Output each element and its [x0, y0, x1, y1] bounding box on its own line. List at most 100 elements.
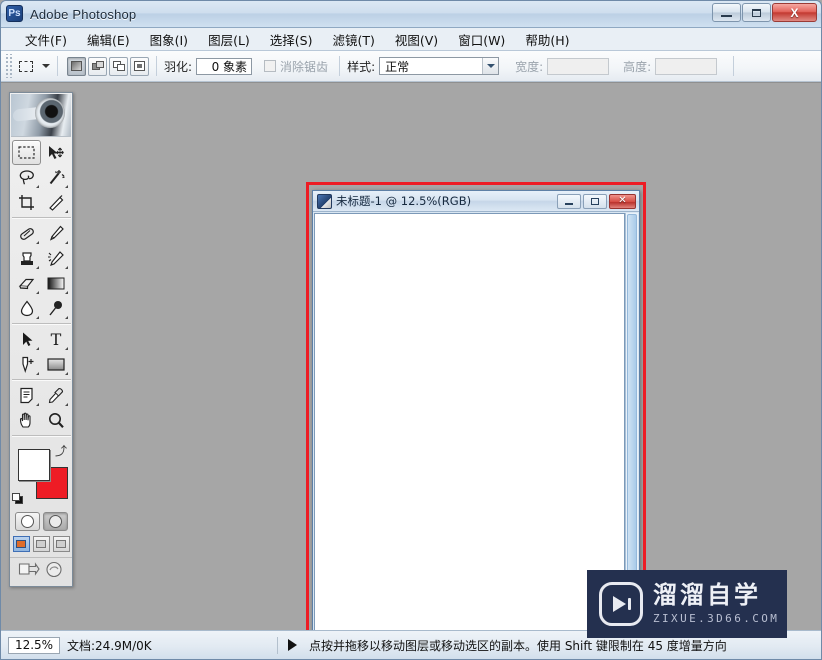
- path-selection-tool[interactable]: [12, 327, 41, 352]
- antialias-checkbox[interactable]: [264, 60, 277, 72]
- document-canvas[interactable]: [314, 213, 625, 631]
- subtract-from-selection-button[interactable]: [109, 56, 128, 76]
- zoom-level-field[interactable]: 12.5%: [8, 636, 60, 654]
- options-bar-grip[interactable]: [4, 54, 12, 78]
- document-icon: [317, 193, 332, 209]
- divider: [733, 56, 735, 76]
- toolbox-divider: [12, 379, 71, 381]
- jump-to-imageready-icon[interactable]: [18, 561, 40, 581]
- width-label: 宽度:: [515, 59, 544, 74]
- feather-label: 羽化:: [164, 59, 193, 74]
- menu-edit[interactable]: 编辑(E): [77, 28, 140, 51]
- width-input[interactable]: [547, 57, 610, 75]
- style-select[interactable]: 正常: [379, 57, 500, 75]
- gradient-tool[interactable]: [41, 271, 70, 296]
- menubar: 文件(F) 编辑(E) 图象(I) 图层(L) 选择(S) 滤镜(T) 视图(V…: [1, 28, 821, 51]
- watermark-brand-cn: 溜溜自学: [653, 581, 761, 610]
- jump-to-app-icon[interactable]: [45, 561, 64, 581]
- watermark-text: 溜溜自学 ZIXUE.3D66.COM: [653, 581, 779, 625]
- dodge-tool[interactable]: [41, 296, 70, 321]
- slice-tool[interactable]: [41, 190, 70, 215]
- height-input[interactable]: [655, 57, 718, 75]
- menu-layer[interactable]: 图层(L): [198, 28, 260, 51]
- toolbox-tool-grid: T: [10, 138, 72, 441]
- default-colors-icon[interactable]: [12, 493, 25, 506]
- pen-tool[interactable]: [12, 352, 41, 377]
- clone-stamp-tool[interactable]: [12, 246, 41, 271]
- crop-tool[interactable]: [12, 190, 41, 215]
- window-close-button[interactable]: X: [772, 3, 817, 22]
- type-tool[interactable]: T: [41, 327, 70, 352]
- document-minimize-button[interactable]: [557, 193, 581, 209]
- full-screen-with-menubar-mode-button[interactable]: [32, 536, 50, 552]
- status-hint-text: 点按并拖移以移动图层或移动选区的副本。使用 Shift 键限制在 45 度增量方…: [309, 638, 727, 653]
- menu-window[interactable]: 窗口(W): [448, 28, 515, 51]
- standard-mask-mode-button[interactable]: [14, 512, 40, 531]
- document-restore-button[interactable]: [583, 193, 607, 209]
- blur-tool[interactable]: [12, 296, 41, 321]
- healing-brush-tool[interactable]: [12, 221, 41, 246]
- rectangular-marquee-tool[interactable]: [12, 140, 41, 165]
- document-title: 未标题-1 @ 12.5%(RGB): [336, 194, 472, 208]
- menu-help[interactable]: 帮助(H): [515, 28, 579, 51]
- lasso-tool[interactable]: [12, 165, 41, 190]
- hand-tool[interactable]: [12, 408, 41, 433]
- menu-file[interactable]: 文件(F): [15, 28, 77, 51]
- add-to-selection-button[interactable]: [88, 56, 107, 76]
- watermark-overlay: 溜溜自学 ZIXUE.3D66.COM: [587, 570, 787, 638]
- brush-tool[interactable]: [41, 221, 70, 246]
- height-label: 高度:: [623, 59, 652, 74]
- move-tool[interactable]: [41, 140, 70, 165]
- notes-tool[interactable]: [12, 383, 41, 408]
- window-titlebar: Ps Adobe Photoshop X: [1, 1, 821, 28]
- window-maximize-button[interactable]: [742, 3, 771, 22]
- feather-input[interactable]: 0 象素: [196, 57, 253, 75]
- document-titlebar[interactable]: 未标题-1 @ 12.5%(RGB) ✕: [313, 191, 639, 212]
- toolbox-divider: [12, 323, 71, 325]
- window-controls: X: [712, 3, 817, 22]
- svg-text:T: T: [50, 331, 61, 348]
- play-button-logo-icon: [599, 582, 643, 626]
- play-arrow-icon[interactable]: [288, 639, 297, 651]
- divider: [339, 56, 341, 76]
- style-label: 样式:: [347, 59, 376, 74]
- full-screen-mode-button[interactable]: [52, 536, 70, 552]
- menu-image[interactable]: 图象(I): [140, 28, 198, 51]
- standard-screen-mode-button[interactable]: [12, 536, 30, 552]
- menu-select[interactable]: 选择(S): [260, 28, 323, 51]
- eraser-tool[interactable]: [12, 271, 41, 296]
- rectangle-shape-tool[interactable]: [41, 352, 70, 377]
- vertical-scrollbar-thumb[interactable]: [627, 214, 637, 631]
- eyedropper-tool[interactable]: [41, 383, 70, 408]
- toolbox-palette: T ⤴: [9, 92, 73, 587]
- rectangular-marquee-icon[interactable]: [16, 56, 36, 76]
- quick-mask-mode-button[interactable]: [42, 512, 68, 531]
- menu-view[interactable]: 视图(V): [385, 28, 448, 51]
- intersect-with-selection-button[interactable]: [130, 56, 149, 76]
- foreground-color-swatch[interactable]: [18, 449, 50, 481]
- toolbox-divider: [12, 217, 71, 219]
- chevron-down-icon[interactable]: [482, 58, 499, 74]
- window-minimize-button[interactable]: [712, 3, 741, 22]
- zoom-tool[interactable]: [41, 408, 70, 433]
- photoshop-icon: Ps: [6, 5, 24, 23]
- document-close-button[interactable]: ✕: [609, 193, 636, 209]
- antialias-label: 消除锯齿: [280, 59, 329, 74]
- document-window: 未标题-1 @ 12.5%(RGB) ✕: [312, 190, 640, 631]
- divider: [57, 56, 58, 76]
- vertical-scrollbar[interactable]: [625, 213, 638, 631]
- chevron-down-icon[interactable]: [42, 64, 50, 68]
- photoshop-eye-banner-icon[interactable]: [11, 94, 71, 137]
- new-selection-button[interactable]: [67, 56, 86, 76]
- jump-to-group: [10, 557, 72, 586]
- mask-mode-group: [10, 509, 72, 534]
- magic-wand-tool[interactable]: [41, 165, 70, 190]
- menu-filter[interactable]: 滤镜(T): [322, 28, 384, 51]
- document-window-controls: ✕: [557, 193, 639, 209]
- swap-colors-icon[interactable]: ⤴: [55, 445, 67, 457]
- selection-mode-group: [67, 56, 149, 76]
- history-brush-tool[interactable]: [41, 246, 70, 271]
- toolbox-divider: [12, 435, 71, 437]
- style-select-value: 正常: [385, 59, 410, 74]
- document-size-info[interactable]: 文档:24.9M/0K: [67, 636, 278, 654]
